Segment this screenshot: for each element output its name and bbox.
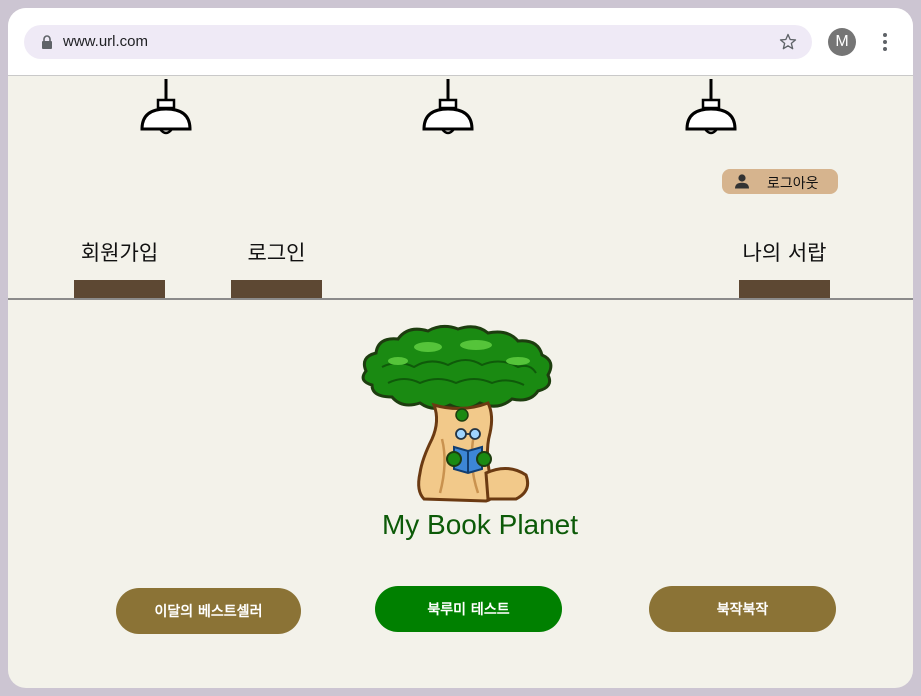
nav-signup-bar [74,280,165,299]
nav-my-bookshelf[interactable]: 나의 서랍 [739,237,830,299]
logout-button[interactable]: 로그아웃 [722,169,838,194]
brand-title: My Book Planet [381,509,579,540]
nav-signup-label: 회원가입 [80,241,159,265]
url-text: www.url.com [63,33,149,50]
nav-login[interactable]: 로그인 [231,237,322,299]
browser-window: www.url.com M 로그아웃 회원가입 로그인 나의 서랍 My Boo… [8,8,913,688]
user-icon [735,174,749,189]
bookjak-button[interactable]: 북작북작 [649,586,836,632]
star-icon[interactable] [778,32,798,52]
bookrumi-test-button[interactable]: 북루미 테스트 [375,586,562,632]
lamp-icon [140,79,192,135]
logout-label: 로그아웃 [767,175,819,191]
bestseller-button[interactable]: 이달의 베스트셀러 [116,588,301,634]
profile-avatar[interactable]: M [828,28,856,56]
address-bar[interactable]: www.url.com [24,25,812,59]
nav-my-bookshelf-bar [739,280,830,299]
nav-my-bookshelf-label: 나의 서랍 [742,241,827,265]
lamp-icon [422,79,474,135]
nav-signup[interactable]: 회원가입 [74,237,165,299]
nav-divider [8,298,913,300]
browser-toolbar: www.url.com M [8,8,913,76]
more-vert-icon[interactable] [877,31,893,53]
lock-icon [42,35,52,49]
tree-mascot [361,324,553,503]
profile-initial: M [835,33,849,50]
lamp-icon [685,79,737,135]
nav-login-bar [231,280,322,299]
nav-login-label: 로그인 [247,241,306,265]
